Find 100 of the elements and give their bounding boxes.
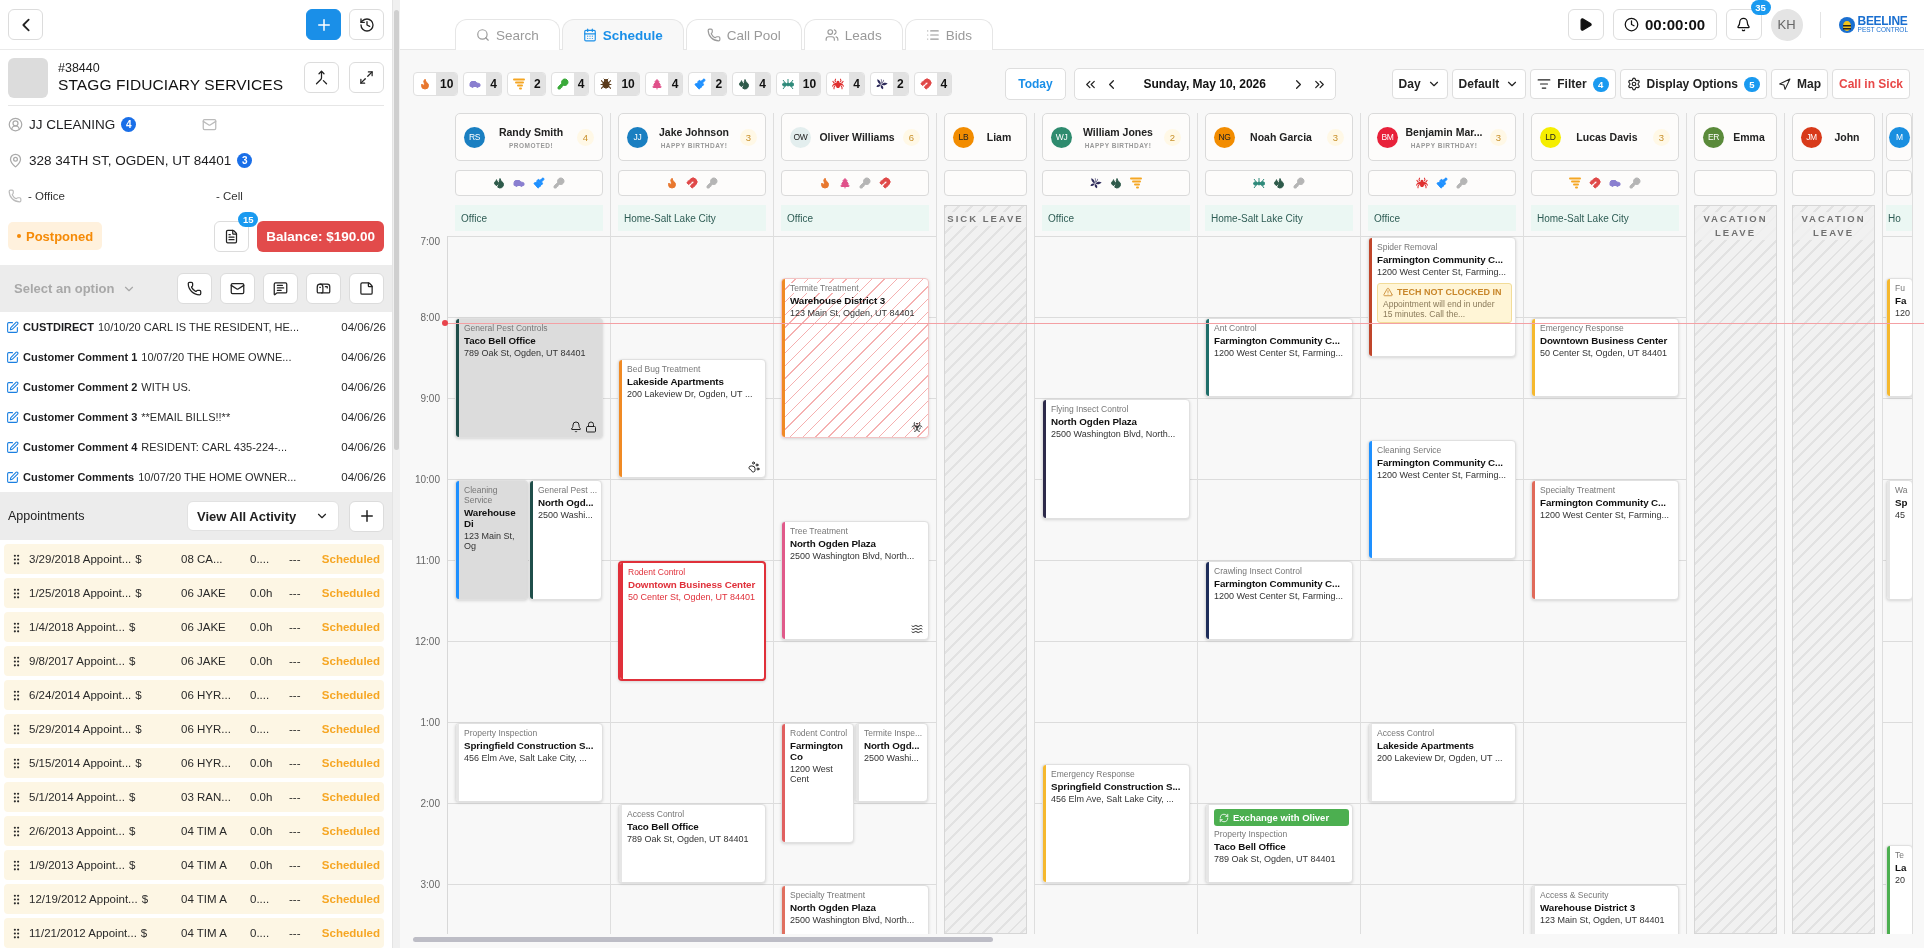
appointment-card[interactable]: General Pest Controls Taco Bell Office 789 Oak St, Ogden, UT 84401 — [455, 318, 603, 438]
service-filter-chip[interactable]: 2 — [507, 72, 546, 96]
appointment-row[interactable]: 1/25/2018 Appoint... $ 06 JAKE 0.0h --- Scheduled — [4, 578, 384, 608]
appointment-row[interactable]: 5/29/2014 Appoint... $ 06 HYR... 0.... --- Scheduled — [4, 714, 384, 744]
appointment-card[interactable]: Emergency Response Downtown Business Center 50 Center St, Ogden, UT 84401 — [1531, 318, 1679, 397]
service-filter-chip[interactable]: 4 — [732, 72, 771, 96]
service-filter-chip[interactable]: 10 — [594, 72, 640, 96]
technician-header-card[interactable]: NG Noah Garcia 3 — [1205, 113, 1353, 161]
count-badge: 5 — [1743, 76, 1760, 92]
service-filter-chip[interactable]: 2 — [688, 72, 728, 96]
appointment-row[interactable]: 5/15/2014 Appoint... $ 06 HYR... 0.0h --- Scheduled — [4, 748, 384, 778]
preset-dropdown[interactable]: Default — [1451, 69, 1527, 99]
appointment-card[interactable]: General Pest ... North Ogd... 2500 Washi... — [529, 480, 602, 600]
appointment-card[interactable]: Access Control Taco Bell Office 789 Oak St, Ogden, UT 84401 — [618, 804, 766, 883]
clock-icon — [1624, 17, 1639, 32]
play-button[interactable] — [1567, 9, 1604, 40]
appointment-card[interactable]: Spider Removal Farmington Community C... 1200 West Center St, Farming... TECH NOT CLOCKED IN Appointment will end in under 15 minutes. Call the... — [1368, 237, 1516, 357]
service-type: Access Control — [627, 809, 685, 819]
comment-row[interactable]: Customer Comments 10/07/20 THE HOME OWNER... 04/06/26 — [0, 462, 392, 492]
appointment-row[interactable]: 6/24/2014 Appoint... $ 06 HYR... 0.... --- Scheduled — [4, 680, 384, 710]
note-button[interactable] — [349, 273, 384, 304]
back-button[interactable] — [8, 9, 43, 40]
appointment-card[interactable]: Termite Inspe... North Ogd... 2500 Washi... — [855, 723, 928, 802]
add-button[interactable] — [306, 9, 341, 40]
logo-name: BEELINE — [1857, 15, 1908, 28]
service-filter-chip[interactable]: 4 — [826, 72, 865, 96]
appointment-card[interactable]: Flying Insect Control North Ogden Plaza 2500 Washington Blvd, North... — [1042, 399, 1190, 519]
user-avatar[interactable]: KH — [1770, 8, 1803, 41]
appointment-card[interactable]: Te La 20 — [1886, 844, 1912, 934]
appointment-row[interactable]: 9/8/2017 Appoint... $ 06 JAKE 0.0h --- Scheduled — [4, 646, 384, 676]
appointment-card[interactable]: Termite Treatment Warehouse District 3 123 Main St, Ogden, UT 84401 — [781, 277, 929, 438]
sms-button[interactable] — [263, 273, 298, 304]
filter-button[interactable]: Filter 4 — [1530, 69, 1616, 99]
call-in-sick-button[interactable]: Call in Sick — [1831, 69, 1910, 99]
history-button[interactable] — [349, 9, 384, 40]
service-filter-chip[interactable]: 4 — [550, 72, 590, 96]
appointment-card[interactable]: Bed Bug Treatment Lakeside Apartments 200 Lakeview Dr, Ogden, UT ... — [618, 358, 766, 478]
service-filter-chip[interactable]: 2 — [869, 72, 909, 96]
display-options-button[interactable]: Display Options 5 — [1619, 69, 1767, 99]
appointment-row[interactable]: 5/1/2014 Appoint... $ 03 RAN... 0.0h --- Scheduled — [4, 782, 384, 812]
technician-name: Oliver Williams — [819, 131, 895, 143]
technician-header-card[interactable]: ER Emma — [1694, 113, 1777, 161]
expand-button[interactable] — [349, 62, 384, 93]
appointment-card[interactable]: Specialty Treatment Farmington Community C... 1200 West Center St, Farming... — [1531, 480, 1679, 600]
technician-header-card[interactable]: OW Oliver Williams 6 — [781, 113, 929, 161]
location-label: Office — [781, 205, 929, 231]
technician-header-card[interactable]: LB Liam — [944, 113, 1027, 161]
appointment-title: Sp — [1895, 497, 1909, 508]
appointment-card[interactable]: Fu Fa 120 — [1886, 277, 1912, 397]
appointment-card[interactable]: Crawling Insect Control Farmington Community C... 1200 West Center St, Farming... — [1205, 561, 1353, 640]
notifications-button[interactable] — [1725, 9, 1762, 40]
call-button[interactable] — [177, 273, 212, 304]
service-filter-chip[interactable]: 10 — [775, 72, 822, 96]
appointment-card[interactable]: Rodent Control Farmington Co 1200 West Cent — [781, 723, 854, 843]
appointment-hours: 0.... — [250, 893, 271, 905]
appointment-row[interactable]: 1/4/2018 Appoint... $ 06 JAKE 0.0h --- Scheduled — [4, 612, 384, 642]
appointment-card[interactable]: Cleaning Service Farmington Community C... 1200 West Center St, Farming... — [1368, 439, 1516, 559]
view-dropdown[interactable]: Day — [1391, 69, 1448, 99]
appointment-card[interactable]: Cleaning Service Warehouse Di 123 Main St, Og — [455, 480, 528, 600]
comment-text: RESIDENT: CARL 435-224-... — [141, 441, 288, 453]
timer-button[interactable]: 00:00:00 — [1612, 9, 1717, 40]
service-filter-chip[interactable]: 4 — [644, 72, 684, 96]
comment-title: Customer Comment 1 — [23, 351, 138, 363]
location-label: Home-Salt Lake City — [618, 205, 766, 231]
appointment-card[interactable]: Property Inspection Springfield Construction S... 456 Elm Ave, Salt Lake City, ... — [455, 723, 603, 802]
comment-row[interactable]: CUSTDIRECT 10/10/20 CARL IS THE RESIDENT, HE... 04/06/26 — [0, 312, 392, 342]
comment-row[interactable]: Customer Comment 2 WITH US. 04/06/26 — [0, 372, 392, 402]
activity-dropdown[interactable]: View All Activity — [187, 501, 339, 531]
service-type: General Pest ... — [538, 485, 598, 495]
appointment-title: North Ogd... — [864, 740, 921, 751]
appointment-card[interactable]: Access & Security Warehouse District 3 123 Main St, Ogden, UT 84401 — [1531, 885, 1679, 934]
appointment-card[interactable]: Ant Control Farmington Community C... 1200 West Center St, Farming... — [1205, 318, 1353, 397]
comment-row[interactable]: Customer Comment 4 RESIDENT: CARL 435-224-... 04/06/26 — [0, 432, 392, 462]
appointment-row[interactable]: 12/19/2012 Appoint... $ 04 TIM A 0.... --- Scheduled — [4, 884, 384, 914]
mailbox-button[interactable] — [306, 273, 341, 304]
appointment-card[interactable]: Exchange with Oliver Property Inspection Taco Bell Office 789 Oak St, Ogden, UT 84401 — [1205, 804, 1353, 883]
appointment-card[interactable]: Wa Sp 45 — [1886, 480, 1912, 600]
balance-button[interactable]: Balance: $190.00 — [257, 220, 384, 252]
appointment-title: La — [1895, 861, 1908, 873]
merge-button[interactable] — [304, 62, 339, 93]
comment-date: 04/06/26 — [341, 471, 386, 483]
technician-header-card[interactable]: JM John — [1792, 113, 1875, 161]
appointment-card[interactable]: Tree Treatment North Ogden Plaza 2500 Washington Blvd, North... — [781, 520, 929, 640]
service-filter-chip[interactable]: 4 — [913, 72, 953, 96]
appointment-row[interactable]: 3/29/2018 Appoint... $ 08 CA... 0.... --- Scheduled — [4, 544, 384, 574]
appointment-card[interactable]: Specialty Treatment North Ogden Plaza 2500 Washington Blvd, North... — [781, 885, 929, 934]
appointment-card[interactable]: Rodent Control Downtown Business Center 50 Center St, Ogden, UT 84401 — [618, 561, 766, 681]
appointment-row[interactable]: 2/6/2013 Appoint... $ 04 TIM A 0.0h --- Scheduled — [4, 816, 384, 846]
email-button[interactable] — [220, 273, 255, 304]
appointment-row[interactable]: 11/21/2012 Appoint... $ 04 TIM A 0.... --- Scheduled — [4, 918, 384, 948]
service-filter-chip[interactable]: 10 — [413, 72, 459, 96]
service-filter-chip[interactable]: 4 — [463, 72, 503, 96]
technician-header-card[interactable]: LD Lucas Davis 3 — [1531, 113, 1679, 161]
time-label: 3:00 — [420, 878, 440, 890]
appointment-card[interactable]: Emergency Response Springfield Construction S... 456 Elm Ave, Salt Lake City, ... — [1042, 763, 1190, 883]
comment-row[interactable]: Customer Comment 3 **EMAIL BILLS!!** 04/06/26 — [0, 402, 392, 432]
map-button[interactable]: Map — [1770, 69, 1828, 99]
appointment-card[interactable]: Access Control Lakeside Apartments 200 Lakeview Dr, Ogden, UT ... — [1368, 723, 1516, 802]
appointment-row[interactable]: 1/9/2013 Appoint... $ 04 TIM A 0.0h --- Scheduled — [4, 850, 384, 880]
comment-row[interactable]: Customer Comment 1 10/07/20 THE HOME OWNE... 04/06/26 — [0, 342, 392, 372]
